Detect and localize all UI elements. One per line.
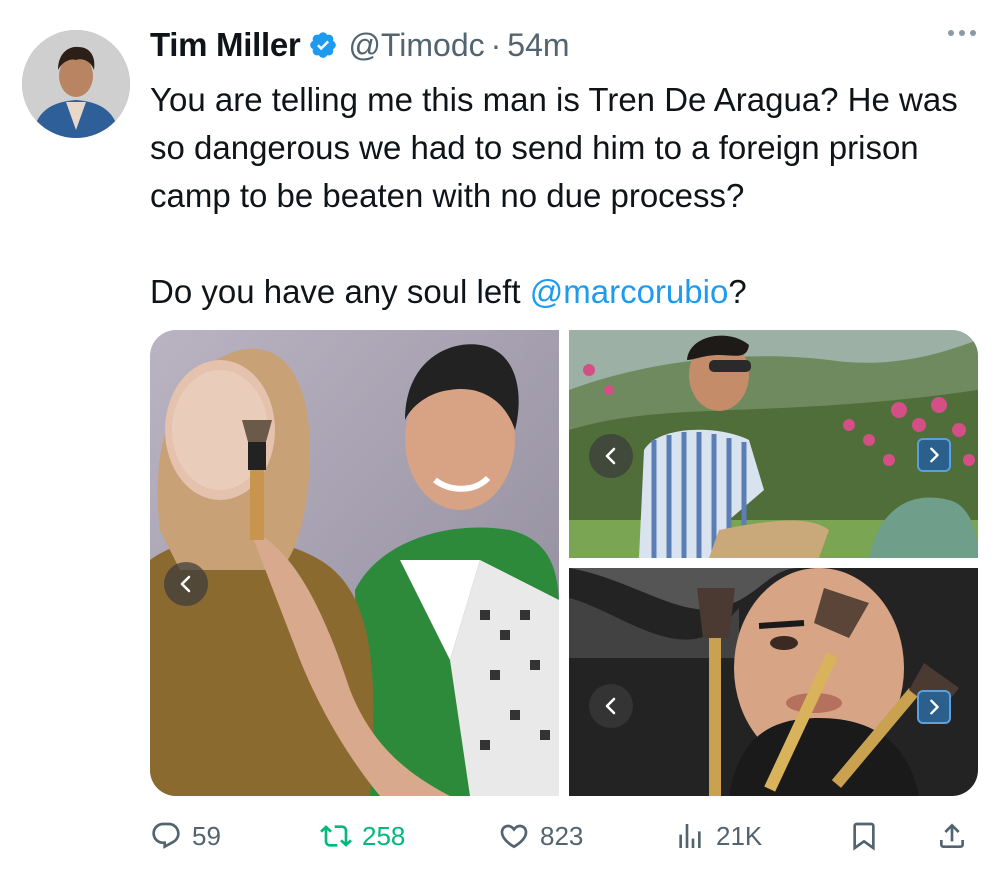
tweet[interactable]: Tim Miller @Timodc · 54m You are telling… [0,0,1000,885]
chevron-right-icon[interactable] [917,690,951,724]
share-icon [940,823,964,848]
like-count: 823 [540,820,584,851]
media-image-2[interactable] [569,330,978,558]
views-count: 21K [716,820,763,851]
timestamp[interactable]: 54m [507,27,569,64]
like-button[interactable]: 823 [498,810,583,862]
author-name[interactable]: Tim Miller [150,26,301,64]
views-icon [679,824,701,848]
mention-link[interactable]: @marcorubio [530,273,729,310]
repost-icon [320,825,352,847]
chevron-left-icon[interactable] [589,684,633,728]
reply-count: 59 [192,820,221,851]
more-icon[interactable] [948,30,976,36]
bookmark-icon [853,822,875,851]
tweet-text: You are telling me this man is Tren De A… [150,76,990,316]
tweet-text-prefix: Do you have any soul left [150,273,530,310]
chevron-left-icon[interactable] [164,562,208,606]
repost-count: 258 [362,820,406,851]
tweet-text-suffix: ? [728,273,747,310]
media-image-1[interactable] [150,330,559,796]
chevron-left-icon[interactable] [589,434,633,478]
media-grid [150,330,978,796]
verified-badge-icon [308,30,338,60]
avatar[interactable] [22,30,130,138]
bookmark-button[interactable] [848,810,880,862]
reply-button[interactable]: 59 [150,810,221,862]
views-button[interactable]: 21K [674,810,762,862]
tweet-text-paragraph-1: You are telling me this man is Tren De A… [150,81,958,214]
media-image-3[interactable] [569,568,978,796]
action-bar: 59 258 823 21K [150,810,980,862]
separator-dot: · [490,26,502,63]
reply-icon [152,822,180,849]
tweet-header: Tim Miller @Timodc · 54m [150,22,570,68]
chevron-right-icon[interactable] [917,438,951,472]
share-button[interactable] [936,810,968,862]
author-handle[interactable]: @Timodc [348,27,484,64]
repost-button[interactable]: 258 [320,810,405,862]
tweet-text-paragraph-2: Do you have any soul left @marcorubio? [150,268,990,316]
like-icon [500,824,528,849]
